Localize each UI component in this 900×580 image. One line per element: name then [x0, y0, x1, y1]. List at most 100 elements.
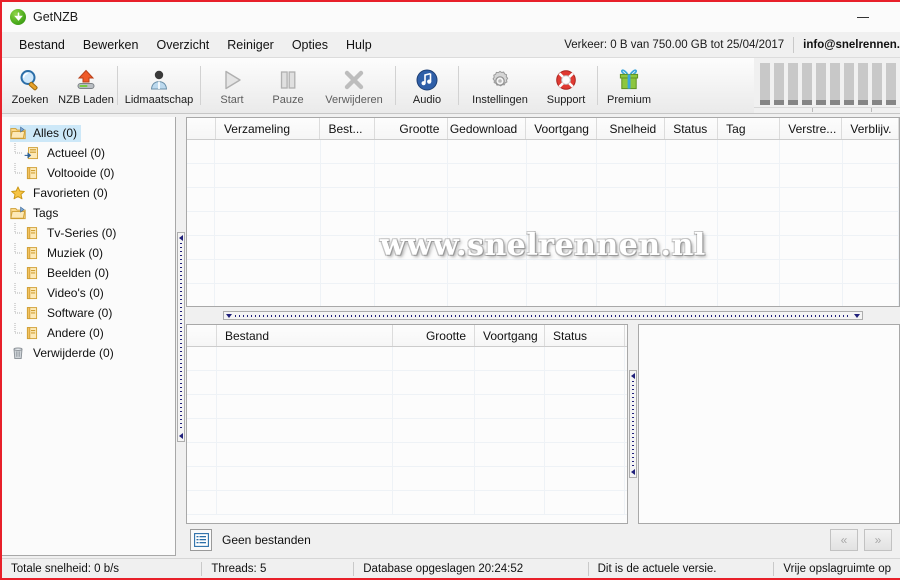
toolbar-label: Lidmaatschap: [124, 94, 194, 106]
title-bar: GetNZB: [2, 2, 900, 32]
sidebar-item-tags[interactable]: Tags: [2, 203, 175, 223]
toolbar-button-start[interactable]: Start: [204, 58, 260, 113]
table-row[interactable]: [187, 284, 899, 306]
table-row[interactable]: [187, 212, 899, 236]
column-header-verstreken[interactable]: Verstre...: [780, 118, 843, 139]
sidebar-item-label: Verwijderde (0): [33, 346, 114, 360]
vertical-splitter-right[interactable]: [628, 324, 638, 524]
detail-pane[interactable]: [638, 324, 900, 524]
sidebar-item-tv-series[interactable]: Tv-Series (0): [2, 223, 175, 243]
files-status-row: Geen bestanden « »: [186, 524, 900, 556]
tree-elbow: [14, 263, 24, 283]
queue-grid-body[interactable]: www.snelrennen.nl: [187, 140, 899, 306]
toolbar-button-pauze[interactable]: Pauze: [260, 58, 316, 113]
horizontal-splitter[interactable]: [186, 307, 900, 324]
toolbar-divider: [395, 66, 396, 105]
table-row[interactable]: [187, 236, 899, 260]
table-row[interactable]: [187, 395, 627, 419]
toolbar-button-audio[interactable]: Audio: [399, 58, 455, 113]
previous-page-button[interactable]: «: [830, 529, 858, 551]
collapse-left-icon[interactable]: [179, 234, 183, 241]
minimize-button[interactable]: [842, 2, 884, 32]
sidebar-item-favorieten[interactable]: Favorieten (0): [2, 183, 175, 203]
toolbar-button-verwijderen[interactable]: Verwijderen: [316, 58, 392, 113]
collapse-down-icon[interactable]: [226, 313, 232, 318]
table-row[interactable]: [187, 491, 627, 515]
column-header-snelheid[interactable]: Snelheid: [597, 118, 666, 139]
vertical-splitter-left[interactable]: [176, 117, 186, 556]
category-tree[interactable]: Alles (0) Actueel (0) Voltooide (0) Favo…: [2, 117, 176, 556]
sidebar-item-videos[interactable]: Video's (0): [2, 283, 175, 303]
table-row[interactable]: [187, 188, 899, 212]
files-grid-body[interactable]: [187, 347, 627, 523]
app-logo-icon: [10, 9, 26, 25]
sidebar-item-muziek[interactable]: Muziek (0): [2, 243, 175, 263]
collapse-down-icon-2[interactable]: [854, 313, 860, 318]
toolbar-button-premium[interactable]: Premium: [601, 58, 657, 113]
column-header-select[interactable]: [187, 325, 217, 346]
menu-item-opties[interactable]: Opties: [283, 35, 337, 55]
sidebar-item-andere[interactable]: Andere (0): [2, 323, 175, 343]
table-row[interactable]: [187, 260, 899, 284]
column-header-grootte[interactable]: Grootte: [375, 118, 449, 139]
folder-tag-icon: [24, 226, 40, 241]
folder-tag-icon: [24, 286, 40, 301]
tree-elbow: [14, 283, 24, 303]
column-header-best[interactable]: Best...: [320, 118, 376, 139]
sidebar-item-alles[interactable]: Alles (0): [2, 123, 175, 143]
sidebar-item-beelden[interactable]: Beelden (0): [2, 263, 175, 283]
column-header-select[interactable]: [187, 118, 216, 139]
column-header-voortgang[interactable]: Voortgang: [526, 118, 597, 139]
sidebar-item-label: Beelden (0): [47, 266, 110, 280]
toolbar-button-support[interactable]: Support: [538, 58, 594, 113]
menu-item-overzicht[interactable]: Overzicht: [147, 35, 218, 55]
splitter-grip-dots: [632, 381, 634, 467]
sidebar-item-label: Video's (0): [47, 286, 104, 300]
column-header-verzameling[interactable]: Verzameling: [216, 118, 321, 139]
sidebar-item-voltooide[interactable]: Voltooide (0): [2, 163, 175, 183]
table-row[interactable]: [187, 467, 627, 491]
menu-item-bestand[interactable]: Bestand: [10, 35, 74, 55]
user-icon: [147, 66, 171, 92]
sidebar-item-software[interactable]: Software (0): [2, 303, 175, 323]
toolbar-button-nzb-laden[interactable]: NZB Laden: [58, 58, 114, 113]
toolbar-button-instellingen[interactable]: Instellingen: [462, 58, 538, 113]
folder-tag-icon: [24, 306, 40, 321]
table-row[interactable]: [187, 419, 627, 443]
menu-bar: Bestand Bewerken Overzicht Reiniger Opti…: [2, 32, 900, 58]
column-header-gedownload[interactable]: Gedownload: [448, 118, 527, 139]
toolbar-button-zoeken[interactable]: Zoeken: [2, 58, 58, 113]
download-queue-grid[interactable]: Verzameling Best... Grootte Gedownload V…: [186, 117, 900, 307]
toolbar-button-lidmaatschap[interactable]: Lidmaatschap: [121, 58, 197, 113]
toolbar-label: Premium: [606, 94, 651, 106]
column-header-grootte[interactable]: Grootte: [393, 325, 475, 346]
collapse-left-icon[interactable]: [631, 373, 635, 379]
table-row[interactable]: [187, 164, 899, 188]
files-grid[interactable]: Bestand Grootte Voortgang Status: [186, 324, 628, 524]
next-page-button[interactable]: »: [864, 529, 892, 551]
table-row[interactable]: [187, 140, 899, 164]
collapse-left-icon-2[interactable]: [631, 469, 635, 475]
sidebar-item-verwijderde[interactable]: Verwijderde (0): [2, 343, 175, 363]
list-view-icon[interactable]: [190, 529, 212, 551]
column-header-status[interactable]: Status: [665, 118, 719, 139]
menu-item-hulp[interactable]: Hulp: [337, 35, 381, 55]
table-row[interactable]: [187, 371, 627, 395]
tree-elbow: [14, 143, 24, 163]
sidebar-item-actueel[interactable]: Actueel (0): [2, 143, 175, 163]
main-body: Alles (0) Actueel (0) Voltooide (0) Favo…: [2, 117, 900, 556]
column-header-verblijvend[interactable]: Verblijv.: [842, 118, 899, 139]
tree-elbow: [14, 303, 24, 323]
menu-item-reiniger[interactable]: Reiniger: [218, 35, 283, 55]
column-header-voortgang[interactable]: Voortgang: [475, 325, 545, 346]
table-row[interactable]: [187, 443, 627, 467]
toolbar: Zoeken NZB Laden Lidmaatschap Start Pauz…: [2, 58, 900, 114]
collapse-left-icon-2[interactable]: [179, 432, 183, 439]
account-email-label[interactable]: info@snelrennen.: [794, 39, 900, 51]
right-panes: Verzameling Best... Grootte Gedownload V…: [186, 117, 900, 556]
column-header-bestand[interactable]: Bestand: [217, 325, 393, 346]
menu-item-bewerken[interactable]: Bewerken: [74, 35, 148, 55]
table-row[interactable]: [187, 347, 627, 371]
column-header-tag[interactable]: Tag: [718, 118, 781, 139]
column-header-status[interactable]: Status: [545, 325, 625, 346]
